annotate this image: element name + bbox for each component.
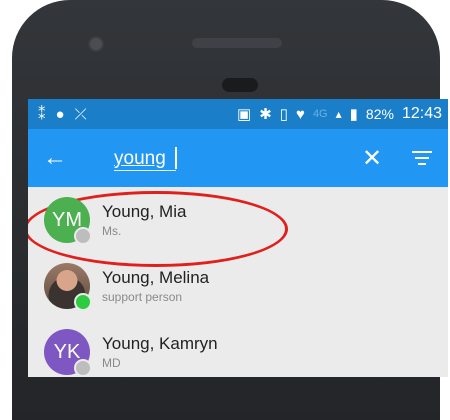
contact-list: YM Young, Mia Ms. Young, Melina support …	[28, 187, 448, 377]
back-arrow-icon[interactable]: ←	[34, 144, 76, 172]
contact-subtitle: Ms.	[102, 224, 122, 238]
status-bar: ⁑ ● ⤫ ▣ ✱ ▯ ♥ 4G ▴ ▮ 82% 12:43	[28, 99, 448, 129]
contact-subtitle: support person	[102, 290, 183, 304]
sensor-notch	[222, 78, 258, 92]
presence-dot	[74, 359, 92, 377]
contact-subtitle: MD	[102, 356, 121, 370]
front-camera	[90, 38, 102, 50]
search-field-wrap	[114, 145, 352, 171]
missed-call-icon: ⤫	[74, 105, 87, 123]
search-app-bar: ← ✕	[28, 129, 448, 187]
clock-time: 12:43	[401, 105, 442, 122]
network-type: 4G	[312, 108, 328, 120]
contact-row-young-mia[interactable]: YM Young, Mia Ms.	[28, 187, 448, 267]
phone-screen: ⁑ ● ⤫ ▣ ✱ ▯ ♥ 4G ▴ ▮ 82% 12:43 ← ✕	[28, 99, 448, 377]
avatar: YK	[44, 329, 92, 377]
search-input[interactable]	[114, 145, 176, 171]
android-icon: ●	[55, 105, 65, 123]
signal-app-icon: ⁑	[38, 106, 46, 123]
battery-percent: 82%	[365, 106, 394, 122]
signal-icon: ▴	[335, 107, 342, 121]
avatar: YM	[44, 197, 92, 245]
presence-dot	[74, 227, 92, 245]
contact-row-young-kamryn[interactable]: YK Young, Kamryn MD	[28, 319, 448, 377]
contact-name: Young, Kamryn	[102, 334, 218, 353]
clear-search-icon[interactable]: ✕	[352, 144, 392, 173]
contact-name: Young, Mia	[102, 202, 187, 221]
battery-icon: ▮	[349, 106, 358, 123]
avatar	[44, 263, 92, 311]
text-cursor	[175, 147, 177, 169]
bluetooth-icon: ✱	[259, 106, 272, 123]
presence-dot	[74, 293, 92, 311]
contact-row-young-melina[interactable]: Young, Melina support person	[28, 253, 448, 319]
earpiece-speaker	[192, 38, 282, 48]
contact-name: Young, Melina	[102, 268, 210, 287]
wifi-icon: ♥	[296, 105, 305, 123]
vibrate-icon: ▯	[279, 106, 289, 123]
nfc-icon: ▣	[237, 106, 252, 123]
filter-icon[interactable]	[402, 151, 442, 165]
